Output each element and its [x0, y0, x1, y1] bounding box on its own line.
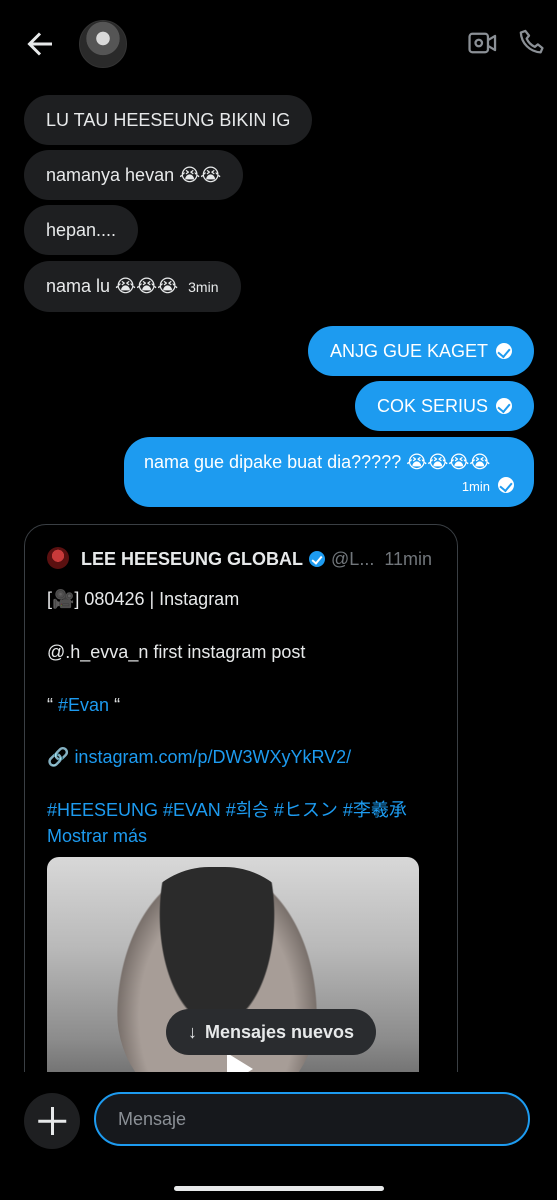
new-messages-label: Mensajes nuevos [205, 1022, 355, 1042]
message-text: hepan.... [46, 220, 117, 240]
add-attachment-button[interactable] [24, 1093, 80, 1149]
read-check-icon [496, 343, 512, 359]
tweet-time: 11min [384, 549, 433, 569]
tweet-header: LEE HEESEUNG GLOBAL @L... 11min [47, 547, 447, 571]
message-text: namanya hevan 😭😭 [46, 165, 222, 185]
incoming-message[interactable]: namanya hevan 😭😭 [24, 150, 244, 200]
incoming-message[interactable]: LU TAU HEESEUNG BIKIN IG [24, 95, 313, 145]
message-text: nama gue dipake buat dia????? 😭😭😭😭 [144, 452, 491, 472]
message-time: 1min [461, 479, 490, 494]
message-text: COK SERIUS [376, 396, 488, 416]
video-call-icon[interactable] [466, 26, 500, 60]
outgoing-message[interactable]: nama gue dipake buat dia????? 😭😭😭😭 1min [124, 437, 534, 507]
phone-icon[interactable] [516, 26, 550, 60]
verified-badge-icon [309, 551, 326, 567]
back-arrow-icon[interactable] [22, 26, 58, 62]
message-time: 3min [188, 279, 219, 295]
tweet-quote-line: “ #Evan “ [47, 693, 120, 717]
tweet-text-line: @.h_evva_n first instagram post [47, 642, 306, 662]
message-text: ANJG GUE KAGET [329, 341, 488, 361]
quote-mark: “ [114, 695, 121, 715]
incoming-message[interactable]: nama lu 😭😭😭 3min [24, 261, 241, 312]
tweet-handle[interactable]: @L... [331, 549, 374, 569]
outgoing-message[interactable]: COK SERIUS [354, 381, 534, 431]
outgoing-message[interactable]: ANJG GUE KAGET [307, 326, 534, 376]
message-text: nama lu 😭😭😭 [46, 276, 179, 296]
instagram-link[interactable]: instagram.com/p/DW3WXyYkRV2/ [74, 747, 351, 767]
message-input[interactable] [94, 1092, 530, 1146]
hashtag-link[interactable]: #Evan [58, 695, 109, 715]
message-text: LU TAU HEESEUNG BIKIN IG [46, 110, 291, 130]
show-more-link[interactable]: Mostrar más [47, 824, 147, 848]
quote-mark: “ [47, 695, 53, 715]
link-icon: 🔗 [47, 747, 70, 767]
arrow-down-icon: ↓ [188, 1022, 197, 1042]
tweet-link-line: 🔗 instagram.com/p/DW3WXyYkRV2/ [47, 745, 351, 769]
new-messages-button[interactable]: ↓ Mensajes nuevos [166, 1009, 377, 1055]
message-composer [0, 1072, 557, 1200]
tweet-text-line: [🎥] 080426 | Instagram [47, 589, 240, 609]
tweet-author-avatar[interactable] [47, 547, 69, 569]
read-check-icon [496, 398, 512, 414]
incoming-message[interactable]: hepan.... [24, 205, 139, 255]
home-indicator [174, 1186, 384, 1191]
tweet-author-name[interactable]: LEE HEESEUNG GLOBAL [81, 549, 303, 569]
chat-header [0, 0, 557, 90]
media-photo [117, 867, 317, 1107]
read-check-icon [498, 477, 514, 493]
avatar[interactable] [79, 20, 127, 68]
tweet-hashtags[interactable]: #HEESEUNG #EVAN #희승 #ヒスン #李羲承 [47, 798, 407, 822]
